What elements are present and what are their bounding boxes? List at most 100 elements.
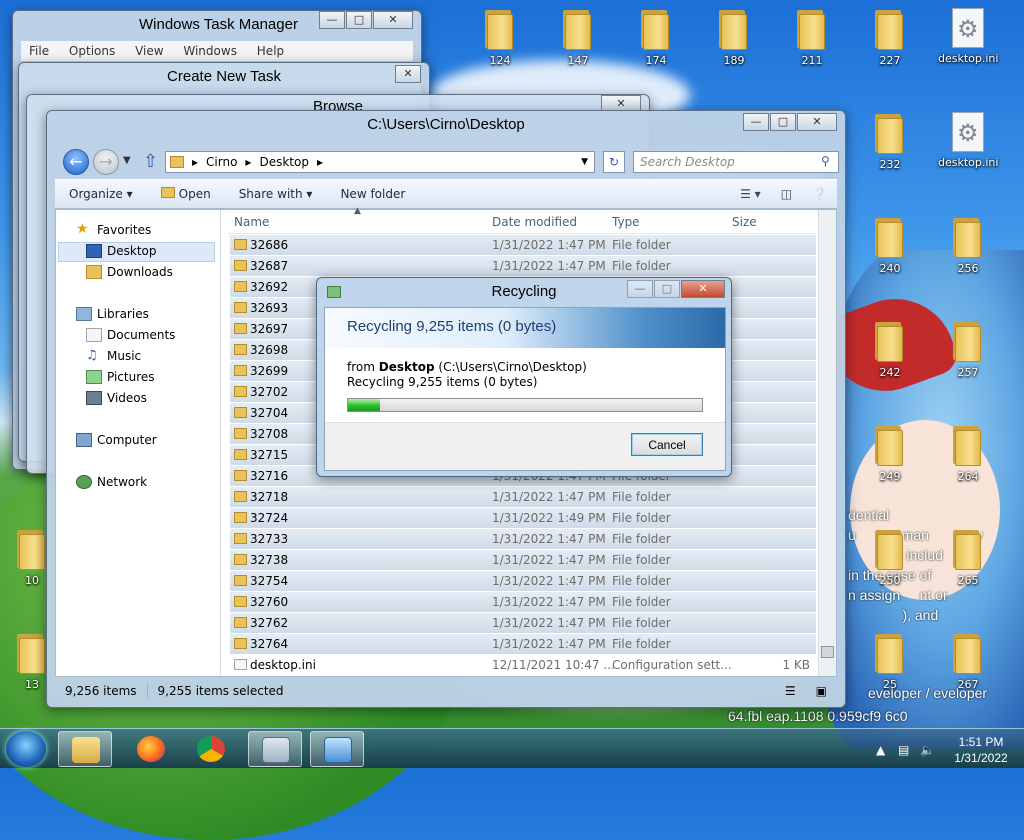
history-chevron-icon[interactable]: ▼: [123, 155, 131, 166]
vertical-scrollbar[interactable]: [818, 210, 836, 676]
taskbar-chrome[interactable]: [184, 731, 238, 767]
explorer-title: C:\Users\Cirno\Desktop: [367, 116, 525, 133]
desktop-icon-227[interactable]: 227: [860, 8, 920, 67]
show-hidden-icons-icon[interactable]: ▲: [876, 743, 885, 757]
breadcrumb-cirno[interactable]: Cirno: [206, 155, 237, 169]
search-input[interactable]: Search Desktop: [633, 151, 839, 173]
clock[interactable]: 1:51 PM 1/31/2022: [946, 734, 1016, 766]
taskbar-recycling[interactable]: [310, 731, 364, 767]
table-row[interactable]: 32718 1/31/2022 1:47 PM File folder: [230, 487, 816, 508]
minimize-button[interactable]: —: [627, 280, 653, 298]
up-arrow-icon[interactable]: ⇧: [143, 151, 158, 172]
nav-favorites[interactable]: ★ Favorites: [76, 222, 151, 237]
file-type: File folder: [612, 553, 671, 567]
computer-icon: [76, 433, 92, 447]
column-size[interactable]: Size: [732, 215, 757, 229]
search-icon[interactable]: ⚲: [821, 154, 830, 168]
close-button[interactable]: ✕: [797, 113, 837, 131]
large-icons-view-icon[interactable]: ▣: [806, 684, 837, 698]
menu-options[interactable]: Options: [69, 44, 115, 58]
desktop-icon-265[interactable]: 265: [938, 528, 998, 587]
minimize-button[interactable]: —: [319, 11, 345, 29]
start-button[interactable]: [6, 731, 46, 767]
desktop-icon-240[interactable]: 240: [860, 216, 920, 275]
address-bar[interactable]: ▸ Cirno ▸ Desktop ▸ ▼: [165, 151, 595, 173]
maximize-button[interactable]: □: [654, 280, 680, 298]
desktop-icon-211[interactable]: 211: [782, 8, 842, 67]
nav-documents[interactable]: Documents: [86, 328, 175, 342]
table-row[interactable]: desktop.ini 12/11/2021 10:47 ... Configura…: [230, 655, 816, 676]
desktop-icon-desktop-ini[interactable]: desktop.ini: [938, 112, 998, 169]
help-icon[interactable]: ❔: [802, 187, 837, 201]
new-folder-button[interactable]: New folder: [326, 187, 419, 201]
desktop-icon-267[interactable]: 267: [938, 632, 998, 691]
desktop-icon-249[interactable]: 249: [860, 424, 920, 483]
table-row[interactable]: 32760 1/31/2022 1:47 PM File folder: [230, 592, 816, 613]
refresh-icon[interactable]: ↻: [603, 151, 625, 173]
organize-button[interactable]: Organize ▾: [55, 187, 147, 201]
forward-arrow-icon[interactable]: →: [93, 149, 119, 175]
preview-pane-icon[interactable]: ◫: [771, 187, 802, 201]
table-row[interactable]: 32754 1/31/2022 1:47 PM File folder: [230, 571, 816, 592]
folder-icon: [234, 638, 247, 649]
open-button[interactable]: Open: [147, 187, 225, 201]
table-row[interactable]: 32738 1/31/2022 1:47 PM File folder: [230, 550, 816, 571]
maximize-button[interactable]: □: [346, 11, 372, 29]
taskbar-task-manager[interactable]: [248, 731, 302, 767]
nav-libraries[interactable]: Libraries: [76, 307, 149, 321]
minimize-button[interactable]: —: [743, 113, 769, 131]
desktop-icon-174[interactable]: 174: [626, 8, 686, 67]
desktop-icon-25[interactable]: 25: [860, 632, 920, 691]
nav-pictures[interactable]: Pictures: [86, 370, 155, 384]
table-row[interactable]: 32733 1/31/2022 1:47 PM File folder: [230, 529, 816, 550]
column-date[interactable]: Date modified: [492, 215, 577, 229]
table-row[interactable]: 32764 1/31/2022 1:47 PM File folder: [230, 634, 816, 655]
view-options-icon[interactable]: ☰ ▾: [730, 187, 771, 201]
taskbar-firefox[interactable]: [124, 731, 178, 767]
column-type[interactable]: Type: [612, 215, 640, 229]
desktop-icon-257[interactable]: 257: [938, 320, 998, 379]
desktop-icon-250[interactable]: 250: [860, 528, 920, 587]
menu-file[interactable]: File: [29, 44, 49, 58]
nav-videos[interactable]: Videos: [86, 391, 147, 405]
nav-downloads[interactable]: Downloads: [86, 265, 173, 279]
desktop-icon-desktop-ini[interactable]: desktop.ini: [938, 8, 998, 65]
task-manager-icon: [262, 737, 290, 763]
nav-network[interactable]: Network: [76, 475, 147, 489]
desktop-icon-264[interactable]: 264: [938, 424, 998, 483]
nav-desktop[interactable]: Desktop: [86, 244, 157, 258]
nav-music[interactable]: ♫ Music: [86, 349, 141, 363]
breadcrumb-separator-icon: ▸: [245, 155, 252, 169]
details-view-icon[interactable]: ☰: [775, 684, 806, 698]
table-row[interactable]: 32687 1/31/2022 1:47 PM File folder: [230, 256, 816, 277]
desktop-icon-256[interactable]: 256: [938, 216, 998, 275]
table-row[interactable]: 32686 1/31/2022 1:47 PM File folder: [230, 235, 816, 256]
desktop-icon-124[interactable]: 124: [470, 8, 530, 67]
cancel-button[interactable]: Cancel: [631, 433, 703, 456]
volume-icon[interactable]: 🔈: [920, 743, 935, 757]
recycling-dialog[interactable]: Recycling — □ ✕ Recycling 9,255 items (0…: [316, 277, 732, 477]
close-button[interactable]: ✕: [373, 11, 413, 29]
nav-computer[interactable]: Computer: [76, 433, 157, 447]
maximize-button[interactable]: □: [770, 113, 796, 131]
table-row[interactable]: 32762 1/31/2022 1:47 PM File folder: [230, 613, 816, 634]
column-name[interactable]: Name: [234, 215, 269, 229]
menu-view[interactable]: View: [135, 44, 163, 58]
taskbar-explorer[interactable]: [58, 731, 112, 767]
desktop-icon-242[interactable]: 242: [860, 320, 920, 379]
scrollbar-thumb[interactable]: [821, 646, 834, 658]
desktop-icon-232[interactable]: 232: [860, 112, 920, 171]
breadcrumb-desktop[interactable]: Desktop: [259, 155, 309, 169]
address-dropdown-icon[interactable]: ▼: [581, 157, 588, 167]
desktop-icon-189[interactable]: 189: [704, 8, 764, 67]
back-arrow-icon[interactable]: ←: [63, 149, 89, 175]
close-button[interactable]: ✕: [395, 65, 421, 83]
desktop-icon-label: 232: [879, 158, 901, 171]
network-icon[interactable]: ▤: [898, 743, 909, 757]
close-button[interactable]: ✕: [681, 280, 725, 298]
table-row[interactable]: 32724 1/31/2022 1:49 PM File folder: [230, 508, 816, 529]
share-with-button[interactable]: Share with ▾: [225, 187, 327, 201]
desktop-icon-147[interactable]: 147: [548, 8, 608, 67]
menu-help[interactable]: Help: [257, 44, 284, 58]
menu-windows[interactable]: Windows: [183, 44, 237, 58]
